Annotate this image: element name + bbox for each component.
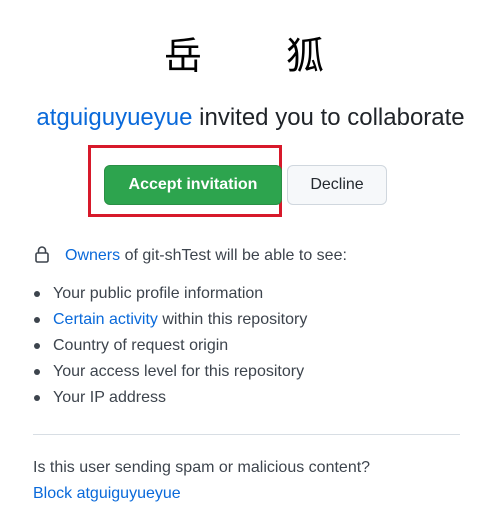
bullet-icon: [34, 316, 40, 323]
owners-link[interactable]: Owners: [65, 247, 120, 264]
certain-activity-link[interactable]: Certain activity: [53, 311, 158, 328]
lock-icon: [35, 246, 49, 263]
invitation-title: atguiguyueyue invited you to collaborate: [0, 102, 501, 134]
list-item: Your public profile information: [33, 281, 307, 307]
inviter-link[interactable]: atguiguyueyue: [36, 104, 192, 131]
bullet-icon: [34, 290, 40, 297]
list-item: Certain activity within this repository: [33, 307, 307, 333]
avatar-char-2: 狐: [286, 34, 325, 78]
list-item: Your IP address: [33, 385, 307, 411]
permissions-list: Your public profile information Certain …: [33, 281, 307, 411]
bullet-icon: [34, 394, 40, 401]
invitation-message: invited you to collaborate: [192, 104, 465, 131]
block-user-link[interactable]: Block atguiguyueyue: [33, 482, 181, 506]
bullet-icon: [34, 368, 40, 375]
spam-question: Is this user sending spam or malicious c…: [33, 459, 371, 476]
list-item: Your access level for this repository: [33, 359, 307, 385]
decline-button[interactable]: Decline: [287, 165, 387, 205]
avatar-char-1: 岳: [164, 34, 203, 78]
accept-invitation-button[interactable]: Accept invitation: [104, 165, 282, 205]
permissions-header-text: of git-shTest will be able to see:: [120, 247, 347, 264]
list-item: Country of request origin: [33, 333, 307, 359]
inviter-avatar: 岳 狐: [0, 34, 501, 78]
divider: [33, 434, 460, 435]
bullet-icon: [34, 342, 40, 349]
permissions-header: Owners of git-shTest will be able to see…: [33, 244, 347, 268]
